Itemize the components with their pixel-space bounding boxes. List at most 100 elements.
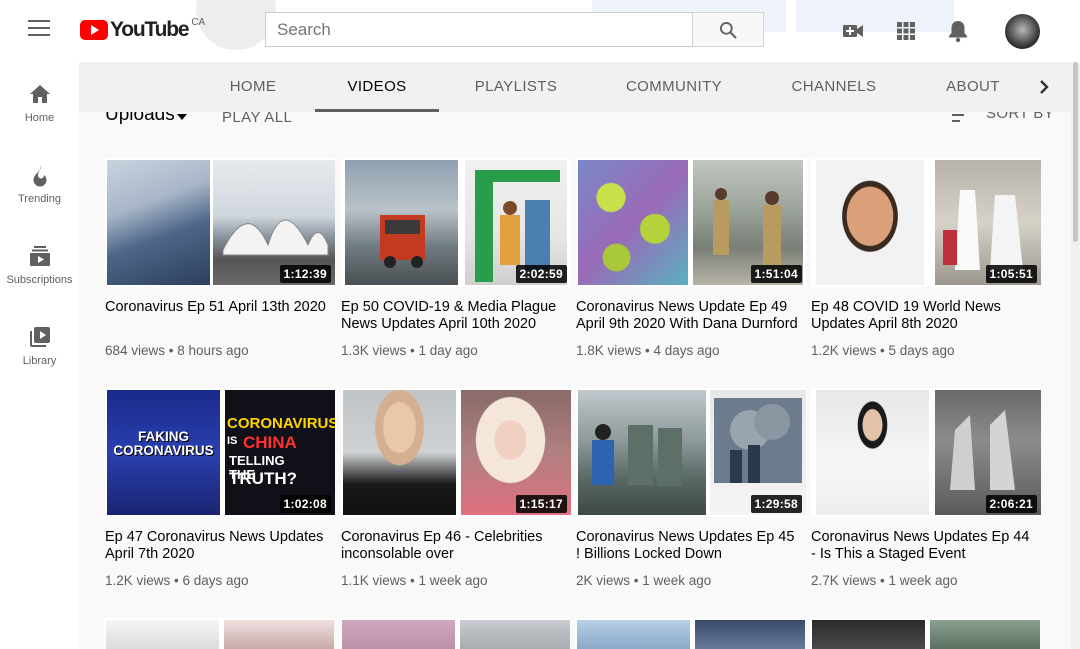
- view-count: 1.1K views: [341, 573, 407, 588]
- video-duration: 1:29:58: [750, 495, 802, 513]
- tab-videos[interactable]: VIDEOS: [315, 62, 439, 112]
- video-duration: 1:51:04: [750, 265, 802, 283]
- video-thumbnail[interactable]: 1:15:17: [341, 388, 571, 517]
- account-avatar[interactable]: [1005, 14, 1040, 49]
- video-duration: 1:05:51: [985, 265, 1037, 283]
- thumbnail-image-faking: FAKING CORONAVIRUS: [107, 390, 220, 515]
- video-duration: 2:02:59: [515, 265, 567, 283]
- video-thumbnail[interactable]: [810, 618, 1040, 649]
- video-card[interactable]: 2:06:21 Coronavirus News Updates Ep 44 -…: [811, 388, 1041, 598]
- create-video-icon[interactable]: [840, 18, 866, 44]
- logo-text: YouTube: [110, 18, 190, 41]
- masthead: YouTube CA: [0, 0, 1080, 62]
- tab-community[interactable]: COMMUNITY: [617, 62, 731, 112]
- tab-channels[interactable]: CHANNELS: [781, 62, 887, 112]
- sidebar-item-library[interactable]: Library: [0, 325, 79, 401]
- upload-age: 1 week ago: [642, 573, 712, 588]
- search-icon: [720, 21, 737, 38]
- video-metadata: 1.8K views • 4 days ago: [576, 343, 720, 358]
- video-title[interactable]: Coronavirus News Updates Ep 44 - Is This…: [811, 529, 1033, 563]
- youtube-logo[interactable]: YouTube CA: [80, 17, 206, 42]
- video-title[interactable]: Coronavirus News Updates Ep 45 ! Billion…: [576, 529, 798, 563]
- youtube-play-icon: [80, 20, 108, 40]
- trending-icon: [33, 165, 46, 187]
- page-scrollbar[interactable]: [1071, 62, 1080, 649]
- video-duration: 1:02:08: [279, 495, 331, 513]
- apps-icon[interactable]: [893, 18, 919, 44]
- play-all-button[interactable]: PLAY ALL: [222, 112, 292, 126]
- video-title[interactable]: Coronavirus Ep 46 - Celebrities inconsol…: [341, 529, 563, 563]
- thumbnail-image-celebrity-1: [343, 390, 456, 515]
- search-button[interactable]: [692, 12, 764, 47]
- upload-age: 6 days ago: [182, 573, 249, 588]
- video-thumbnail[interactable]: 2:02:59: [341, 158, 571, 287]
- video-thumbnail[interactable]: 2:06:21: [811, 388, 1041, 517]
- sidebar-item-home[interactable]: Home: [0, 82, 79, 158]
- tabs-next-chevron-icon[interactable]: [1031, 74, 1057, 100]
- tab-home[interactable]: HOME: [213, 62, 293, 112]
- sort-icon[interactable]: [952, 112, 968, 126]
- video-card[interactable]: 1:05:51 Ep 48 COVID 19 World News Update…: [811, 158, 1041, 368]
- uploads-bar: Uploads PLAY ALL SORT BY: [79, 112, 1071, 136]
- video-thumbnail[interactable]: [340, 618, 570, 649]
- video-title[interactable]: Ep 50 COVID-19 & Media Plague News Updat…: [341, 299, 563, 333]
- video-metadata: 1.2K views • 6 days ago: [105, 573, 249, 588]
- video-card[interactable]: 1:29:58 Coronavirus News Updates Ep 45 !…: [576, 388, 806, 598]
- sidebar-label-trending: Trending: [17, 193, 61, 205]
- view-count: 1.2K views: [811, 343, 877, 358]
- video-thumbnail[interactable]: 1:12:39: [105, 158, 335, 287]
- sidebar-item-trending[interactable]: Trending: [0, 163, 79, 239]
- view-count: 684 views: [105, 343, 166, 358]
- video-metadata: 2K views • 1 week ago: [576, 573, 712, 588]
- video-thumbnail[interactable]: 1:51:04: [576, 158, 806, 287]
- video-duration: 2:06:21: [985, 495, 1037, 513]
- video-card[interactable]: 1:15:17 Coronavirus Ep 46 - Celebrities …: [341, 388, 571, 598]
- tab-about[interactable]: ABOUT: [937, 62, 1009, 112]
- video-thumbnail[interactable]: [575, 618, 805, 649]
- thumbnail-caption: FAKING CORONAVIRUS: [113, 429, 214, 459]
- upload-age: 4 days ago: [653, 343, 720, 358]
- subscribe-button-ghost: [796, 0, 954, 32]
- video-metadata: 1.1K views • 1 week ago: [341, 573, 488, 588]
- video-thumbnail[interactable]: 1:29:58: [576, 388, 806, 517]
- video-thumbnail[interactable]: FAKING CORONAVIRUS CORONAVIRUS IS CHINA …: [105, 388, 335, 517]
- video-title[interactable]: Ep 48 COVID 19 World News Updates April …: [811, 299, 1033, 333]
- menu-icon[interactable]: [28, 20, 50, 38]
- upload-age: 8 hours ago: [177, 343, 249, 358]
- thumbnail-image-virus: [578, 160, 688, 285]
- video-title[interactable]: Coronavirus News Update Ep 49 April 9th …: [576, 299, 798, 333]
- thumbnail-caption-5: TRUTH?: [229, 469, 297, 488]
- video-card[interactable]: 2:02:59 Ep 50 COVID-19 & Media Plague Ne…: [341, 158, 571, 368]
- video-thumbnail[interactable]: [104, 618, 334, 649]
- view-count: 2K views: [576, 573, 631, 588]
- sidebar-label-home: Home: [24, 112, 55, 124]
- upload-age: 5 days ago: [888, 343, 955, 358]
- thumbnail-image-spray-truck: [345, 160, 458, 285]
- video-metadata: 1.2K views • 5 days ago: [811, 343, 955, 358]
- mini-guide: Home Trending Subscriptions Library: [0, 62, 79, 649]
- search-input[interactable]: [265, 12, 693, 47]
- upload-age: 1 week ago: [418, 573, 488, 588]
- sort-by-button[interactable]: SORT BY: [986, 112, 1054, 122]
- video-title[interactable]: Coronavirus Ep 51 April 13th 2020: [105, 299, 327, 316]
- thumbnail-image-portrait: [816, 160, 924, 285]
- video-metadata: 684 views • 8 hours ago: [105, 343, 249, 358]
- tab-playlists[interactable]: PLAYLISTS: [463, 62, 569, 112]
- channel-tabs: HOME VIDEOS PLAYLISTS COMMUNITY CHANNELS…: [79, 62, 1071, 112]
- home-icon: [29, 85, 50, 103]
- video-card[interactable]: FAKING CORONAVIRUS CORONAVIRUS IS CHINA …: [105, 388, 335, 598]
- uploads-caret-icon[interactable]: [177, 114, 187, 120]
- notifications-icon[interactable]: [945, 18, 971, 44]
- uploads-dropdown[interactable]: Uploads: [105, 112, 175, 126]
- sidebar-item-subscriptions[interactable]: Subscriptions: [0, 244, 79, 320]
- video-thumbnail[interactable]: 1:05:51: [811, 158, 1041, 287]
- video-card[interactable]: 1:12:39 Coronavirus Ep 51 April 13th 202…: [105, 158, 335, 368]
- scroll-thumb[interactable]: [1073, 62, 1078, 242]
- video-title[interactable]: Ep 47 Coronavirus News Updates April 7th…: [105, 529, 327, 563]
- thumbnail-image-statues: [578, 390, 706, 515]
- thumbnail-caption-3: CHINA: [243, 433, 297, 452]
- region-code: CA: [191, 17, 206, 28]
- subscriptions-icon: [29, 246, 50, 266]
- video-card[interactable]: 1:51:04 Coronavirus News Update Ep 49 Ap…: [576, 158, 806, 368]
- upload-age: 1 day ago: [418, 343, 478, 358]
